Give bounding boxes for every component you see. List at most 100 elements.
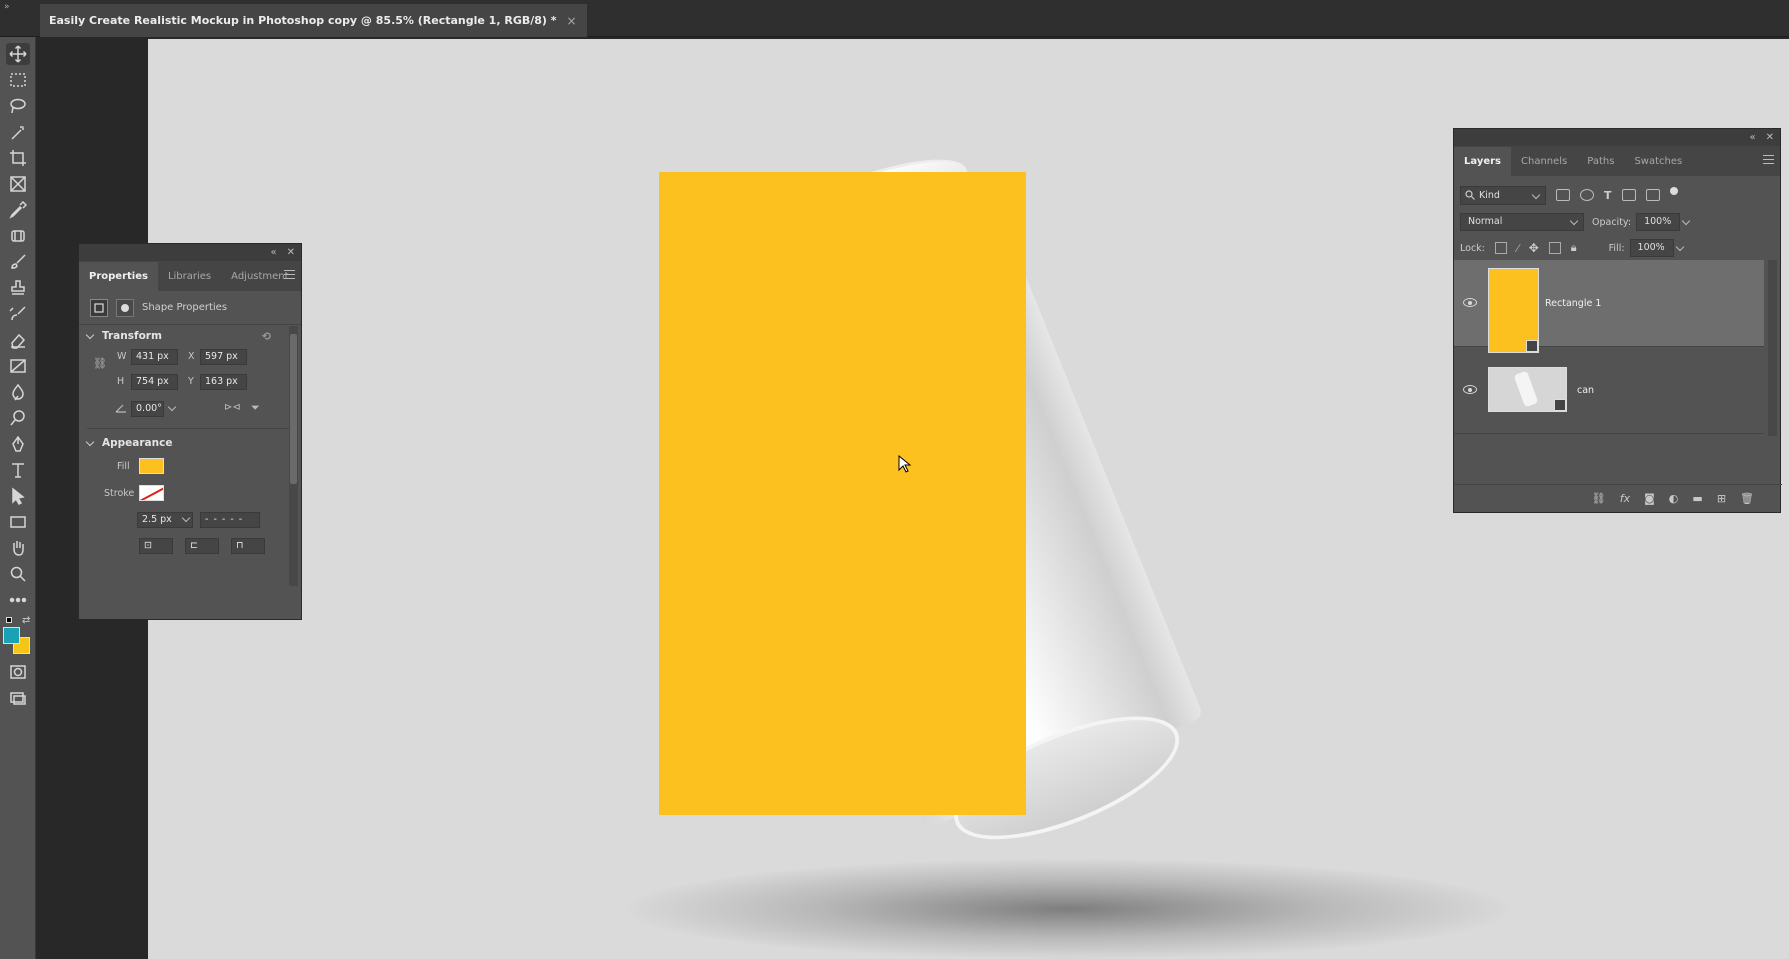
panel-menu-icon[interactable] (284, 270, 295, 279)
flip-vertical-icon[interactable]: ⏷ (251, 401, 260, 415)
collapse-panel-icon[interactable]: « (270, 247, 276, 258)
marquee-tool-icon[interactable] (6, 69, 30, 91)
layers-scrollbar[interactable] (1768, 260, 1777, 436)
quick-mask-icon[interactable] (6, 661, 30, 683)
layer-thumbnail (1488, 268, 1539, 353)
reset-transform-icon[interactable]: ⟲ (262, 330, 271, 343)
tab-layers[interactable]: Layers (1454, 147, 1511, 176)
filter-toggle-icon[interactable] (1669, 187, 1678, 195)
patch-tool-icon[interactable] (6, 225, 30, 247)
opacity-field[interactable]: 100% (1636, 213, 1691, 231)
collapse-panel-icon[interactable]: « (1749, 132, 1755, 143)
stroke-caps-dropdown[interactable]: ⊏ (185, 538, 219, 554)
folder-icon[interactable]: ▬ (1692, 492, 1702, 505)
stroke-align-dropdown[interactable]: ⊡ (139, 538, 173, 554)
blend-mode-dropdown[interactable]: Normal (1460, 213, 1584, 231)
trash-icon[interactable]: 🗑︎ (1740, 492, 1754, 505)
swap-colors-icon[interactable]: ⇄ (22, 615, 30, 626)
layer-row-rectangle-1[interactable]: Rectangle 1 (1454, 260, 1764, 353)
type-tool-icon[interactable] (6, 459, 30, 481)
width-field[interactable]: 431 px (131, 349, 178, 365)
y-field[interactable]: 163 px (200, 374, 247, 390)
flip-horizontal-icon[interactable]: ⊳⊲ (224, 402, 241, 413)
blur-tool-icon[interactable] (6, 381, 30, 403)
dodge-tool-icon[interactable] (6, 407, 30, 429)
document-tab[interactable]: Easily Create Realistic Mockup in Photos… (40, 4, 587, 37)
more-tools-icon[interactable] (6, 589, 30, 611)
smart-object-filter-icon[interactable] (1645, 189, 1660, 201)
mask-icon[interactable] (116, 298, 134, 317)
lasso-tool-icon[interactable] (6, 95, 30, 117)
properties-scrollbar[interactable] (289, 326, 298, 586)
history-brush-tool-icon[interactable] (6, 303, 30, 325)
fill-swatch[interactable] (139, 458, 164, 474)
rectangle-1-shape[interactable] (659, 172, 1026, 815)
screen-mode-icon[interactable] (6, 687, 30, 709)
gradient-tool-icon[interactable] (6, 355, 30, 377)
panel-menu-icon[interactable] (1763, 155, 1774, 164)
visibility-eye-icon[interactable] (1463, 298, 1477, 307)
lock-position-icon[interactable]: ✥ (1529, 241, 1539, 255)
fx-icon[interactable]: fx (1620, 492, 1630, 505)
smart-object-badge-icon (1554, 399, 1566, 411)
tab-properties[interactable]: Properties (79, 262, 158, 291)
stroke-swatch[interactable] (139, 485, 164, 501)
tab-swatches[interactable]: Swatches (1624, 156, 1692, 176)
add-mask-icon[interactable]: ◙ (1644, 492, 1655, 505)
rectangle-tool-icon[interactable] (6, 511, 30, 533)
pen-tool-icon[interactable] (6, 433, 30, 455)
tab-paths[interactable]: Paths (1577, 156, 1624, 176)
blend-opacity-row: Normal Opacity: 100% (1454, 209, 1780, 235)
type-filter-icon[interactable]: T (1604, 189, 1612, 202)
brush-tool-icon[interactable] (6, 251, 30, 273)
tab-libraries[interactable]: Libraries (158, 271, 221, 291)
tab-channels[interactable]: Channels (1511, 156, 1577, 176)
pixel-filter-icon[interactable] (1556, 189, 1570, 201)
shape-filter-icon[interactable] (1621, 189, 1636, 201)
crop-tool-icon[interactable] (6, 147, 30, 169)
move-tool-icon[interactable] (6, 43, 30, 65)
shape-transform-icon[interactable] (90, 298, 108, 317)
default-colors-icon[interactable]: ⇄ (4, 615, 32, 627)
x-field[interactable]: 597 px (200, 349, 247, 365)
close-icon[interactable]: × (567, 14, 577, 28)
path-selection-tool-icon[interactable] (6, 485, 30, 507)
layer-row-can[interactable]: can (1454, 347, 1764, 434)
transform-section-header[interactable]: Transform ⟲ (79, 325, 301, 347)
close-panel-icon[interactable]: ✕ (287, 247, 295, 258)
eyedropper-tool-icon[interactable] (6, 199, 30, 221)
lock-transparent-icon[interactable] (1494, 242, 1507, 254)
lock-all-icon[interactable]: 🔒︎ (1571, 241, 1577, 255)
link-layers-icon[interactable]: ⛓ (1592, 492, 1606, 505)
layer-name: can (1577, 385, 1595, 396)
stroke-corners-dropdown[interactable]: ⊓ (231, 538, 265, 554)
kind-filter-dropdown[interactable]: Kind (1460, 185, 1546, 205)
clone-stamp-tool-icon[interactable] (6, 277, 30, 299)
appearance-section-header[interactable]: Appearance (79, 432, 301, 454)
adjustment-layer-icon[interactable]: ◐ (1669, 492, 1679, 505)
link-dimensions-icon[interactable]: ⛓ (93, 357, 107, 370)
collapse-icon[interactable]: » (4, 2, 10, 12)
angle-field[interactable]: 0.00° (131, 401, 164, 417)
adjustment-filter-icon[interactable] (1580, 189, 1594, 201)
lock-artboard-icon[interactable] (1548, 242, 1561, 254)
angle-dropdown-icon[interactable] (167, 402, 177, 412)
foreground-color-swatch[interactable] (3, 627, 20, 644)
eraser-tool-icon[interactable] (6, 329, 30, 351)
scrollbar-thumb[interactable] (290, 334, 297, 484)
blend-mode-value: Normal (1468, 216, 1503, 227)
can-shadow (628, 859, 1508, 959)
new-layer-icon[interactable]: ⊞ (1717, 492, 1726, 505)
hand-tool-icon[interactable] (6, 537, 30, 559)
visibility-eye-icon[interactable] (1463, 385, 1477, 394)
fill-field[interactable]: 100% (1629, 239, 1684, 257)
lock-pixels-icon[interactable]: ⁄ (1517, 242, 1519, 255)
close-panel-icon[interactable]: ✕ (1766, 132, 1774, 143)
height-field[interactable]: 754 px (131, 374, 178, 390)
frame-tool-icon[interactable] (6, 173, 30, 195)
stroke-type-dropdown[interactable]: - - - - - (200, 512, 260, 528)
appearance-label: Appearance (102, 437, 173, 449)
shape-properties-label: Shape Properties (142, 302, 228, 313)
magic-wand-tool-icon[interactable] (6, 121, 30, 143)
zoom-tool-icon[interactable] (6, 563, 30, 585)
